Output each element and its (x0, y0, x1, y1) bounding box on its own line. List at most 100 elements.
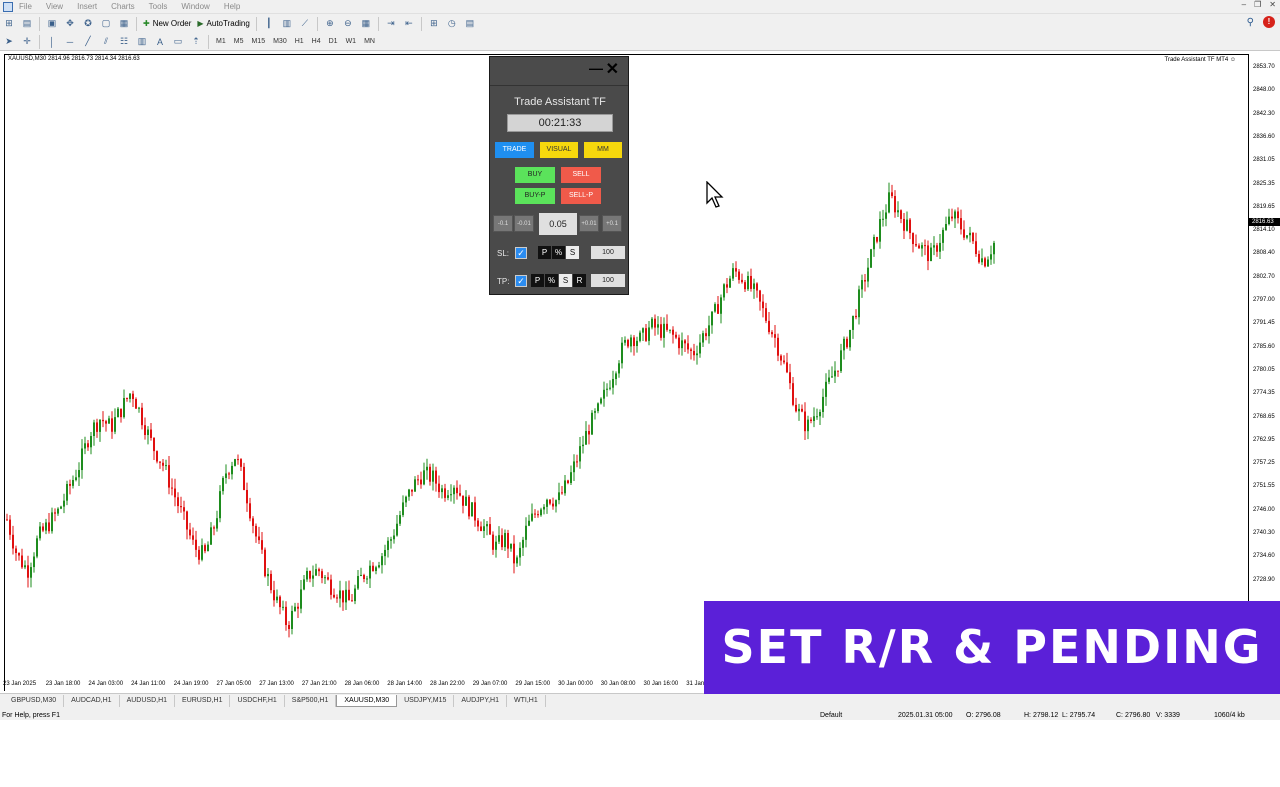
tf-m15[interactable]: M15 (251, 38, 265, 45)
sl-mode-price[interactable]: S (566, 246, 579, 259)
menu-insert[interactable]: Insert (77, 2, 97, 11)
new-order-button[interactable]: ✚ New Order (140, 16, 194, 32)
new-chart-icon[interactable]: ⊞ (1, 17, 17, 31)
tf-h1[interactable]: H1 (295, 38, 304, 45)
bull-candle-body (201, 545, 203, 560)
candlestick-icon[interactable]: ▥ (279, 17, 295, 31)
templates-icon[interactable]: ▤ (462, 17, 478, 31)
tab-trade[interactable]: TRADE (495, 142, 534, 158)
lot-size-input[interactable]: 0.05 (539, 213, 577, 235)
indicators-icon[interactable]: ⊞ (426, 17, 442, 31)
tp-value-input[interactable]: 100 (591, 274, 625, 287)
sell-pending-button[interactable]: SELL-P (561, 188, 601, 204)
tp-mode-points[interactable]: P (531, 274, 544, 287)
bull-candle-body (498, 535, 500, 542)
tf-m5[interactable]: M5 (234, 38, 244, 45)
autotrading-button[interactable]: ▶ AutoTrading (194, 16, 252, 32)
tab-mm[interactable]: MM (584, 142, 622, 158)
bull-candle-body (399, 515, 401, 524)
close-icon[interactable]: ✕ (606, 59, 619, 79)
bull-candle-body (414, 479, 416, 492)
profiles-icon[interactable]: ▤ (19, 17, 35, 31)
lot-minus-0-1-button[interactable]: -0.1 (493, 215, 513, 232)
terminal-icon[interactable]: ▢ (98, 17, 114, 31)
tab-usdjpy[interactable]: USDJPY,M15 (397, 694, 455, 707)
lot-plus-0-1-button[interactable]: +0.1 (602, 215, 622, 232)
price-tick: 2757.25 (1253, 460, 1275, 467)
zoom-in-icon[interactable]: ⊕ (322, 17, 338, 31)
line-chart-icon[interactable]: ⟋ (297, 17, 313, 31)
minimize-icon[interactable]: – (1242, 0, 1246, 9)
sl-mode-percent[interactable]: % (552, 246, 565, 259)
sell-button[interactable]: SELL (561, 167, 601, 183)
gann-icon[interactable]: ▥ (134, 35, 150, 49)
tp-mode-percent[interactable]: % (545, 274, 558, 287)
menu-help[interactable]: Help (224, 2, 240, 11)
sl-value-input[interactable]: 100 (591, 246, 625, 259)
tf-w1[interactable]: W1 (346, 38, 357, 45)
tf-mn[interactable]: MN (364, 38, 375, 45)
menu-view[interactable]: View (46, 2, 63, 11)
lot-plus-0-01-button[interactable]: +0.01 (579, 215, 599, 232)
bear-candle-body (762, 301, 764, 309)
crosshair-icon[interactable]: ✛ (19, 35, 35, 49)
menu-file[interactable]: File (19, 2, 32, 11)
chart-shift-icon[interactable]: ⇤ (401, 17, 417, 31)
text-tool-icon[interactable]: A (152, 35, 168, 49)
auto-scroll-icon[interactable]: ⇥ (383, 17, 399, 31)
fibonacci-icon[interactable]: ☷ (116, 35, 132, 49)
tab-xauusd[interactable]: XAUUSD,M30 (336, 694, 398, 707)
bar-chart-icon[interactable]: ┃ (261, 17, 277, 31)
strategy-tester-icon[interactable]: ▦ (116, 17, 132, 31)
channel-icon[interactable]: ⫽ (98, 35, 114, 49)
tab-audjpy[interactable]: AUDJPY,H1 (454, 694, 507, 707)
search-icon[interactable]: ⚲ (1247, 17, 1254, 28)
minimize-icon[interactable]: — (589, 60, 603, 76)
menu-window[interactable]: Window (181, 2, 209, 11)
bear-candle-body (783, 360, 785, 363)
restore-icon[interactable]: ❐ (1254, 0, 1261, 9)
sl-checkbox[interactable]: ✓ (515, 247, 527, 259)
close-icon[interactable]: ✕ (1269, 0, 1276, 9)
tab-usdchf[interactable]: USDCHF,H1 (230, 694, 285, 707)
time-tick: 23 Jan 18:00 (45, 681, 81, 687)
navigator-icon[interactable]: ✪ (80, 17, 96, 31)
buy-pending-button[interactable]: BUY-P (515, 188, 555, 204)
trendline-icon[interactable]: ╱ (80, 35, 96, 49)
tp-mode-ratio[interactable]: R (573, 274, 586, 287)
tab-audusd[interactable]: AUDUSD,H1 (120, 694, 176, 707)
tab-visual[interactable]: VISUAL (540, 142, 578, 158)
tab-wti[interactable]: WTI,H1 (507, 694, 546, 707)
tp-checkbox[interactable]: ✓ (515, 275, 527, 287)
tf-h4[interactable]: H4 (312, 38, 321, 45)
tf-m1[interactable]: M1 (216, 38, 226, 45)
label-tool-icon[interactable]: ▭ (170, 35, 186, 49)
arrows-tool-icon[interactable]: ⇡ (188, 35, 204, 49)
tf-m30[interactable]: M30 (273, 38, 287, 45)
tab-audcad[interactable]: AUDCAD,H1 (64, 694, 120, 707)
zoom-out-icon[interactable]: ⊖ (340, 17, 356, 31)
periods-icon[interactable]: ◷ (444, 17, 460, 31)
menu-charts[interactable]: Charts (111, 2, 135, 11)
buy-button[interactable]: BUY (515, 167, 555, 183)
bull-candle-body (858, 289, 860, 318)
alert-icon[interactable]: ! (1263, 16, 1275, 28)
bear-candle-body (804, 411, 806, 432)
expert-advisor-label[interactable]: Trade Assistant TF MT4 ☺ (1165, 57, 1236, 63)
panel-titlebar[interactable]: — ✕ (490, 57, 628, 86)
horizontal-line-icon[interactable]: ─ (62, 35, 78, 49)
menu-tools[interactable]: Tools (149, 2, 168, 11)
tp-mode-price[interactable]: S (559, 274, 572, 287)
tab-eurusd[interactable]: EURUSD,H1 (175, 694, 231, 707)
tile-windows-icon[interactable]: ▦ (358, 17, 374, 31)
tab-gbpusd[interactable]: GBPUSD,M30 (4, 694, 65, 707)
lot-minus-0-01-button[interactable]: -0.01 (514, 215, 534, 232)
tab-sp500[interactable]: S&P500,H1 (285, 694, 337, 707)
data-window-icon[interactable]: ✥ (62, 17, 78, 31)
tf-d1[interactable]: D1 (329, 38, 338, 45)
vertical-line-icon[interactable]: │ (44, 35, 60, 49)
bull-candle-body (609, 387, 611, 389)
sl-mode-points[interactable]: P (538, 246, 551, 259)
cursor-tool-icon[interactable]: ➤ (1, 35, 17, 49)
market-watch-icon[interactable]: ▣ (44, 17, 60, 31)
